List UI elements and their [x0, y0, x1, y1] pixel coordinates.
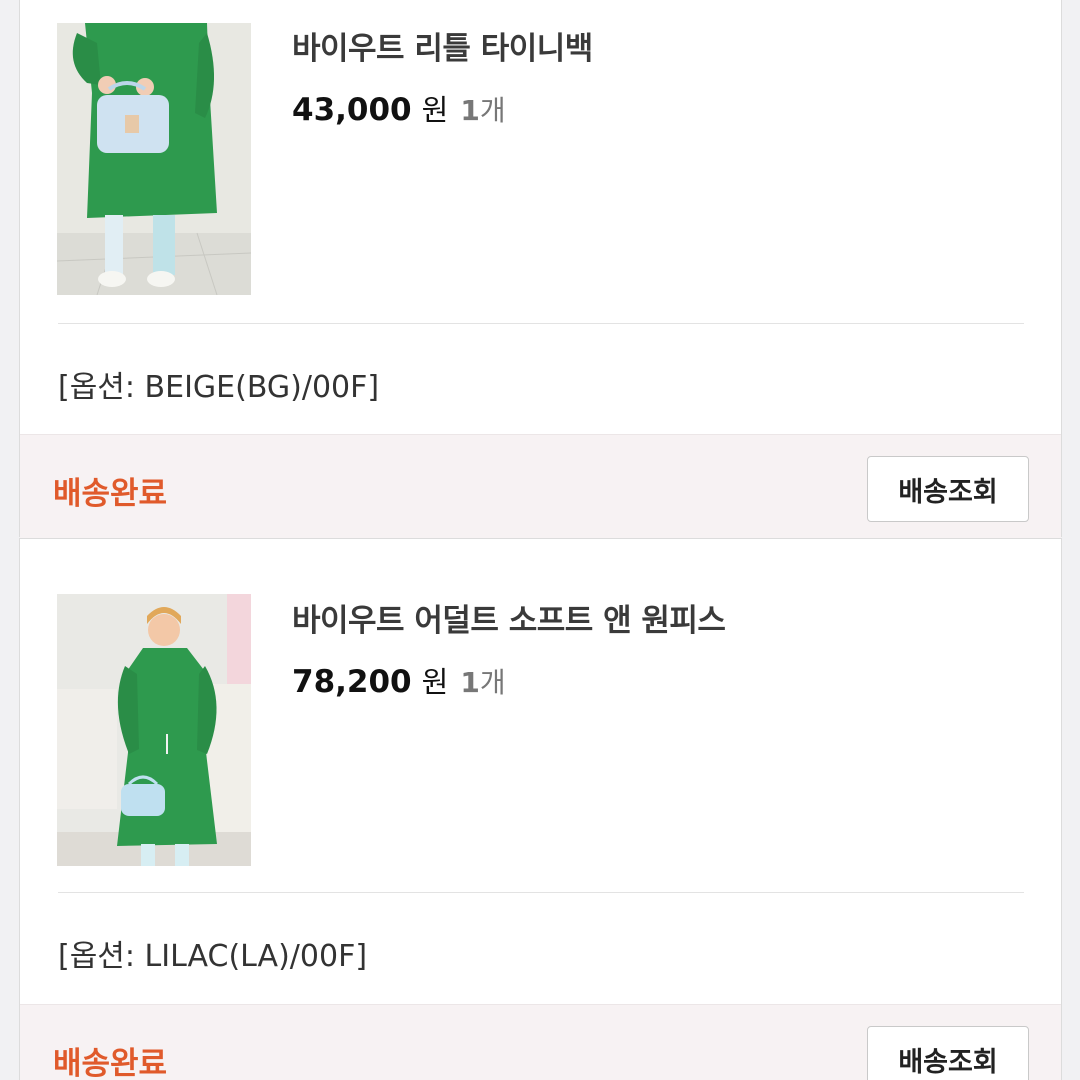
track-delivery-button[interactable]: 배송조회: [867, 1026, 1029, 1080]
delivery-status: 배송완료: [53, 476, 168, 512]
product-name[interactable]: 바이우트 리틀 타이니백: [292, 23, 593, 68]
product-image[interactable]: [57, 23, 251, 295]
quantity-value: 1: [460, 666, 480, 699]
product-option: [옵션: BEIGE(BG)/00F]: [58, 370, 380, 405]
product-price: 78,200: [292, 664, 412, 700]
delivery-status: 배송완료: [53, 1046, 168, 1080]
price-row: 43,000 원 1개: [292, 87, 506, 129]
track-delivery-button[interactable]: 배송조회: [867, 456, 1029, 522]
quantity-unit: 개: [479, 666, 506, 699]
quantity-value: 1: [460, 94, 480, 127]
currency-label: 원: [421, 93, 449, 127]
divider: [58, 323, 1024, 324]
product-name[interactable]: 바이우트 어덜트 소프트 앤 원피스: [292, 595, 726, 640]
divider: [58, 892, 1024, 893]
currency-label: 원: [421, 665, 449, 699]
product-option: [옵션: LILAC(LA)/00F]: [58, 939, 368, 974]
product-image[interactable]: [57, 594, 251, 866]
order-card: 바이우트 리틀 타이니백 43,000 원 1개 [옵션: BEIGE(BG)/00…: [19, 0, 1062, 538]
price-row: 78,200 원 1개: [292, 659, 506, 701]
order-status-bar: 배송완료 배송조회: [20, 1004, 1061, 1080]
order-status-bar: 배송완료 배송조회: [20, 434, 1061, 538]
quantity-unit: 개: [479, 94, 506, 127]
order-list: 바이우트 리틀 타이니백 43,000 원 1개 [옵션: BEIGE(BG)/00…: [0, 0, 1080, 1080]
order-card: 바이우트 어덜트 소프트 앤 원피스 78,200 원 1개 [옵션: LILAC(…: [19, 538, 1062, 1080]
product-price: 43,000: [292, 92, 412, 128]
